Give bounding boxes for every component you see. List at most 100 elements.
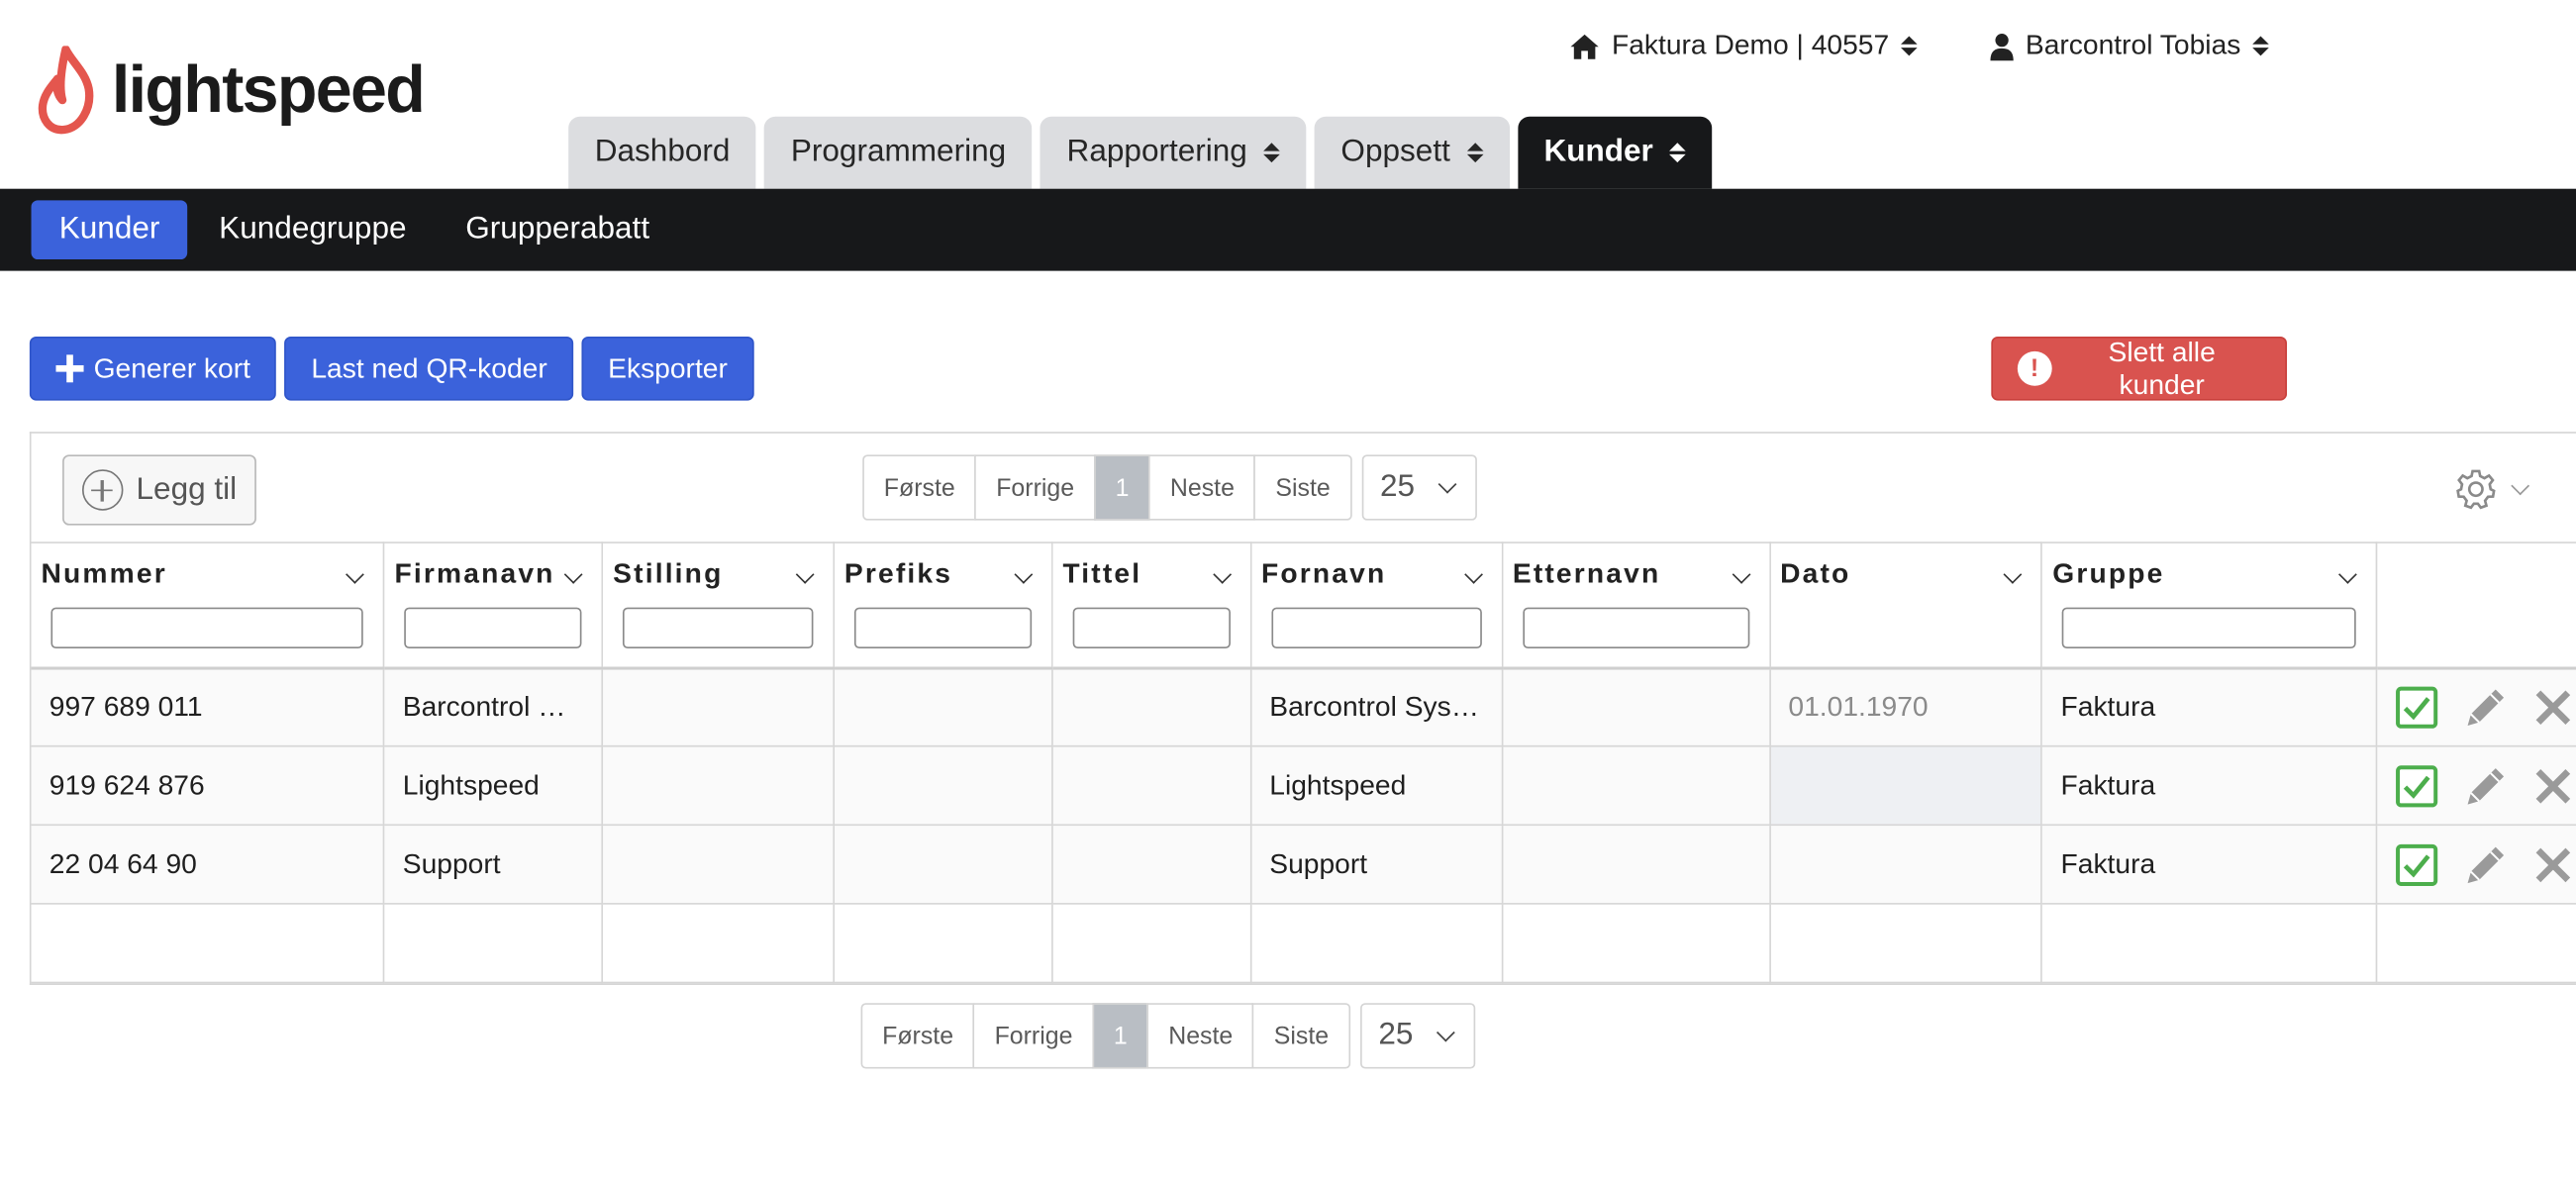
delete-all-customers-button[interactable]: ! Slett alle kunder (1991, 336, 2288, 401)
checkbox-checked-icon[interactable] (2395, 764, 2438, 807)
cell-firmanavn[interactable]: Lightspeed (383, 745, 604, 827)
cell-dato[interactable] (1769, 825, 2043, 905)
export-button[interactable]: Eksporter (581, 336, 754, 401)
cell-prefiks[interactable] (834, 667, 1053, 747)
column-header-stilling[interactable]: Stilling (602, 542, 835, 669)
subnav-kunder[interactable]: Kunder (31, 200, 188, 260)
pager-prev[interactable]: Forrige (974, 454, 1096, 521)
pencil-icon[interactable] (2461, 761, 2511, 811)
cell-tittel[interactable] (1051, 667, 1252, 747)
pager-prev[interactable]: Forrige (972, 1003, 1094, 1069)
column-header-firmanavn[interactable]: Firmanavn (383, 542, 604, 669)
column-header-tittel[interactable]: Tittel (1051, 542, 1252, 669)
cell-firmanavn[interactable]: Support (383, 825, 604, 905)
page-size-select-bottom[interactable]: 25 (1360, 1003, 1476, 1069)
cell-gruppe[interactable]: Faktura (2041, 745, 2378, 827)
pager-current-page[interactable]: 1 (1093, 454, 1150, 521)
tab-programmering[interactable]: Programmering (764, 116, 1033, 189)
column-header-fornavn[interactable]: Fornavn (1250, 542, 1503, 669)
cell-gruppe[interactable]: Faktura (2041, 825, 2378, 905)
cell-gruppe[interactable]: Faktura (2041, 667, 2378, 747)
grid-toolbar: Legg til Første Forrige 1 Neste Siste 25 (32, 434, 2576, 542)
cell-firmanavn[interactable]: Barcontrol … (383, 667, 604, 747)
filter-input-prefiks[interactable] (853, 607, 1032, 649)
column-header-dato[interactable]: Dato (1769, 542, 2043, 669)
cell-etternavn[interactable] (1502, 667, 1771, 747)
cell-prefiks[interactable] (834, 825, 1053, 905)
cell-tittel[interactable] (1051, 745, 1252, 827)
pager-first[interactable]: Første (860, 1003, 975, 1069)
pager-next[interactable]: Neste (1148, 454, 1256, 521)
column-header-nummer[interactable]: Nummer (31, 542, 385, 669)
cell-nummer[interactable]: 919 624 876 (31, 745, 385, 827)
home-icon (1570, 33, 1599, 58)
pager-current-page[interactable]: 1 (1092, 1003, 1149, 1069)
user-selector[interactable]: Barcontrol Tobias (1989, 30, 2269, 62)
user-icon (1990, 33, 2014, 60)
cell-dato[interactable] (1769, 745, 2043, 827)
tab-kunder[interactable]: Kunder (1517, 116, 1713, 189)
grid-settings-menu[interactable] (2454, 468, 2530, 511)
table-row[interactable]: 997 689 011 Barcontrol … Barcontrol Sys…… (31, 667, 2576, 747)
pager-first[interactable]: Første (862, 454, 977, 521)
cell-nummer[interactable]: 22 04 64 90 (31, 825, 385, 905)
cell-nummer[interactable]: 997 689 011 (31, 667, 385, 747)
chevron-down-icon (1437, 1023, 1455, 1042)
cell-stilling[interactable] (602, 825, 835, 905)
subnav-grupperabatt[interactable]: Grupperabatt (438, 200, 677, 259)
empty-cell (602, 903, 835, 984)
cell-etternavn[interactable] (1502, 745, 1771, 827)
column-header-etternavn[interactable]: Etternavn (1502, 542, 1771, 669)
empty-row (31, 903, 2576, 984)
pencil-icon[interactable] (2461, 682, 2511, 732)
cell-actions (2376, 667, 2576, 747)
cell-tittel[interactable] (1051, 825, 1252, 905)
column-title: Fornavn (1260, 557, 1387, 590)
pager-last[interactable]: Siste (1252, 1003, 1350, 1069)
download-qr-button[interactable]: Last ned QR-koder (284, 336, 574, 401)
filter-input-fornavn[interactable] (1270, 607, 1482, 649)
tab-rapportering[interactable]: Rapportering (1040, 116, 1307, 189)
tab-oppsett[interactable]: Oppsett (1314, 116, 1510, 189)
cell-fornavn[interactable]: Lightspeed (1250, 745, 1503, 827)
table-row[interactable]: 22 04 64 90 Support Support Faktura (31, 825, 2576, 905)
generate-cards-button[interactable]: Generer kort (29, 336, 277, 401)
column-header-prefiks[interactable]: Prefiks (834, 542, 1053, 669)
empty-cell (2041, 903, 2378, 984)
cell-stilling[interactable] (602, 745, 835, 827)
cell-fornavn[interactable]: Support (1250, 825, 1503, 905)
pager-next[interactable]: Neste (1146, 1003, 1254, 1069)
filter-input-firmanavn[interactable] (404, 607, 582, 649)
delete-all-label: Slett alle kunder (2108, 336, 2216, 400)
checkbox-checked-icon[interactable] (2395, 686, 2438, 729)
page-size-value: 25 (1378, 1018, 1414, 1052)
filter-input-tittel[interactable] (1072, 607, 1231, 649)
table-row[interactable]: 919 624 876 Lightspeed Lightspeed Faktur… (31, 745, 2576, 827)
close-icon[interactable] (2533, 844, 2573, 884)
add-row-button[interactable]: Legg til (62, 454, 256, 526)
filter-input-gruppe[interactable] (2062, 607, 2356, 649)
cell-stilling[interactable] (602, 667, 835, 747)
cell-prefiks[interactable] (834, 745, 1053, 827)
cell-etternavn[interactable] (1502, 825, 1771, 905)
close-icon[interactable] (2533, 687, 2573, 727)
sub-navigation: Kunder Kundegruppe Grupperabatt (0, 188, 2576, 271)
tab-dashbord[interactable]: Dashbord (568, 116, 757, 189)
lightspeed-logo[interactable]: lightspeed (37, 46, 426, 135)
add-row-label: Legg til (136, 471, 238, 507)
store-selector[interactable]: Faktura Demo | 40557 (1569, 30, 1918, 62)
checkbox-checked-icon[interactable] (2395, 843, 2438, 886)
cell-actions (2376, 745, 2576, 827)
exclamation-circle-icon: ! (2017, 350, 2052, 386)
subnav-kundegruppe[interactable]: Kundegruppe (191, 200, 435, 259)
page-size-select[interactable]: 25 (1361, 454, 1477, 521)
filter-input-stilling[interactable] (623, 607, 814, 649)
pencil-icon[interactable] (2461, 839, 2511, 889)
filter-input-nummer[interactable] (50, 607, 363, 649)
column-header-gruppe[interactable]: Gruppe (2041, 542, 2378, 669)
pager-last[interactable]: Siste (1253, 454, 1352, 521)
filter-input-etternavn[interactable] (1522, 607, 1749, 649)
close-icon[interactable] (2533, 766, 2573, 806)
cell-dato[interactable]: 01.01.1970 (1769, 667, 2043, 747)
cell-fornavn[interactable]: Barcontrol Sys… (1250, 667, 1503, 747)
